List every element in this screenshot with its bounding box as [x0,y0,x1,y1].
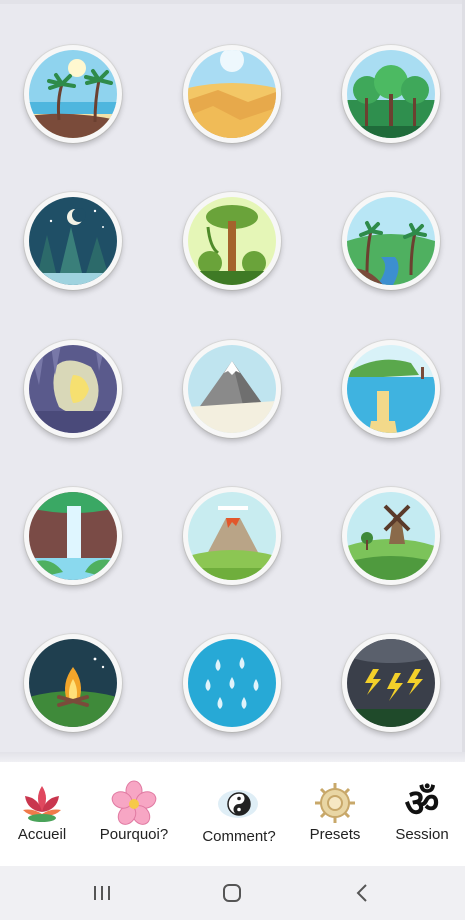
tab-presets[interactable]: Presets [302,762,368,866]
pink-flower-icon [111,780,157,825]
tab-label: Presets [309,826,361,843]
home-button[interactable] [212,878,252,908]
scene-waterfall-tile[interactable] [24,487,122,585]
recent-apps-button[interactable] [82,878,122,908]
desert-icon [188,50,276,138]
volcano-icon [188,492,276,580]
scene-campfire-tile[interactable] [24,634,122,732]
tab-session[interactable]: ॐ Session [388,762,456,866]
cave-icon [29,345,117,433]
home-icon [223,884,241,902]
scene-storm-tile[interactable] [342,634,440,732]
tab-label: Accueil [17,826,67,843]
storm-icon [347,639,435,727]
lake-pier-icon [347,345,435,433]
recent-apps-icon [94,886,110,900]
scene-beach-tile[interactable] [24,45,122,143]
system-navigation-bar [0,866,465,920]
scene-rain-tile[interactable] [183,634,281,732]
back-icon [356,884,367,902]
tab-accueil[interactable]: Accueil [8,762,76,866]
tab-label: Session [395,826,449,843]
scene-windmill-tile[interactable] [342,487,440,585]
waterfall-icon [29,492,117,580]
scene-night-forest-tile[interactable] [24,192,122,290]
scene-jungle-tree-tile[interactable] [183,192,281,290]
beach-icon [29,50,117,138]
campfire-icon [29,639,117,727]
windmill-icon [347,492,435,580]
night-forest-icon [29,197,117,285]
rain-icon [188,639,276,727]
scene-forest-tile[interactable] [342,45,440,143]
mountain-icon [188,345,276,433]
scene-mountain-tile[interactable] [183,340,281,438]
lotus-icon [23,786,61,822]
scene-lake-pier-tile[interactable] [342,340,440,438]
forest-icon [347,50,435,138]
scene-desert-tile[interactable] [183,45,281,143]
tab-pourquoi[interactable]: Pourquoi? [96,762,172,866]
scene-grid [0,0,465,752]
top-edge [0,0,465,4]
tab-comment[interactable]: Comment? [198,762,280,866]
scene-cave-tile[interactable] [24,340,122,438]
dharma-wheel-icon [315,783,355,823]
om-icon: ॐ [404,781,440,825]
scene-volcano-tile[interactable] [183,487,281,585]
tab-label: Pourquoi? [99,826,169,843]
bottom-tab-bar: Accueil Pourquoi? Comment? Presets ॐ Ses… [0,762,465,866]
scene-tropical-valley-tile[interactable] [342,192,440,290]
tropical-valley-icon [347,197,435,285]
back-button[interactable] [342,878,382,908]
tabbar-shadow [0,752,465,762]
jungle-tree-icon [188,197,276,285]
tab-label: Comment? [202,828,276,845]
yin-yang-icon [218,790,258,818]
